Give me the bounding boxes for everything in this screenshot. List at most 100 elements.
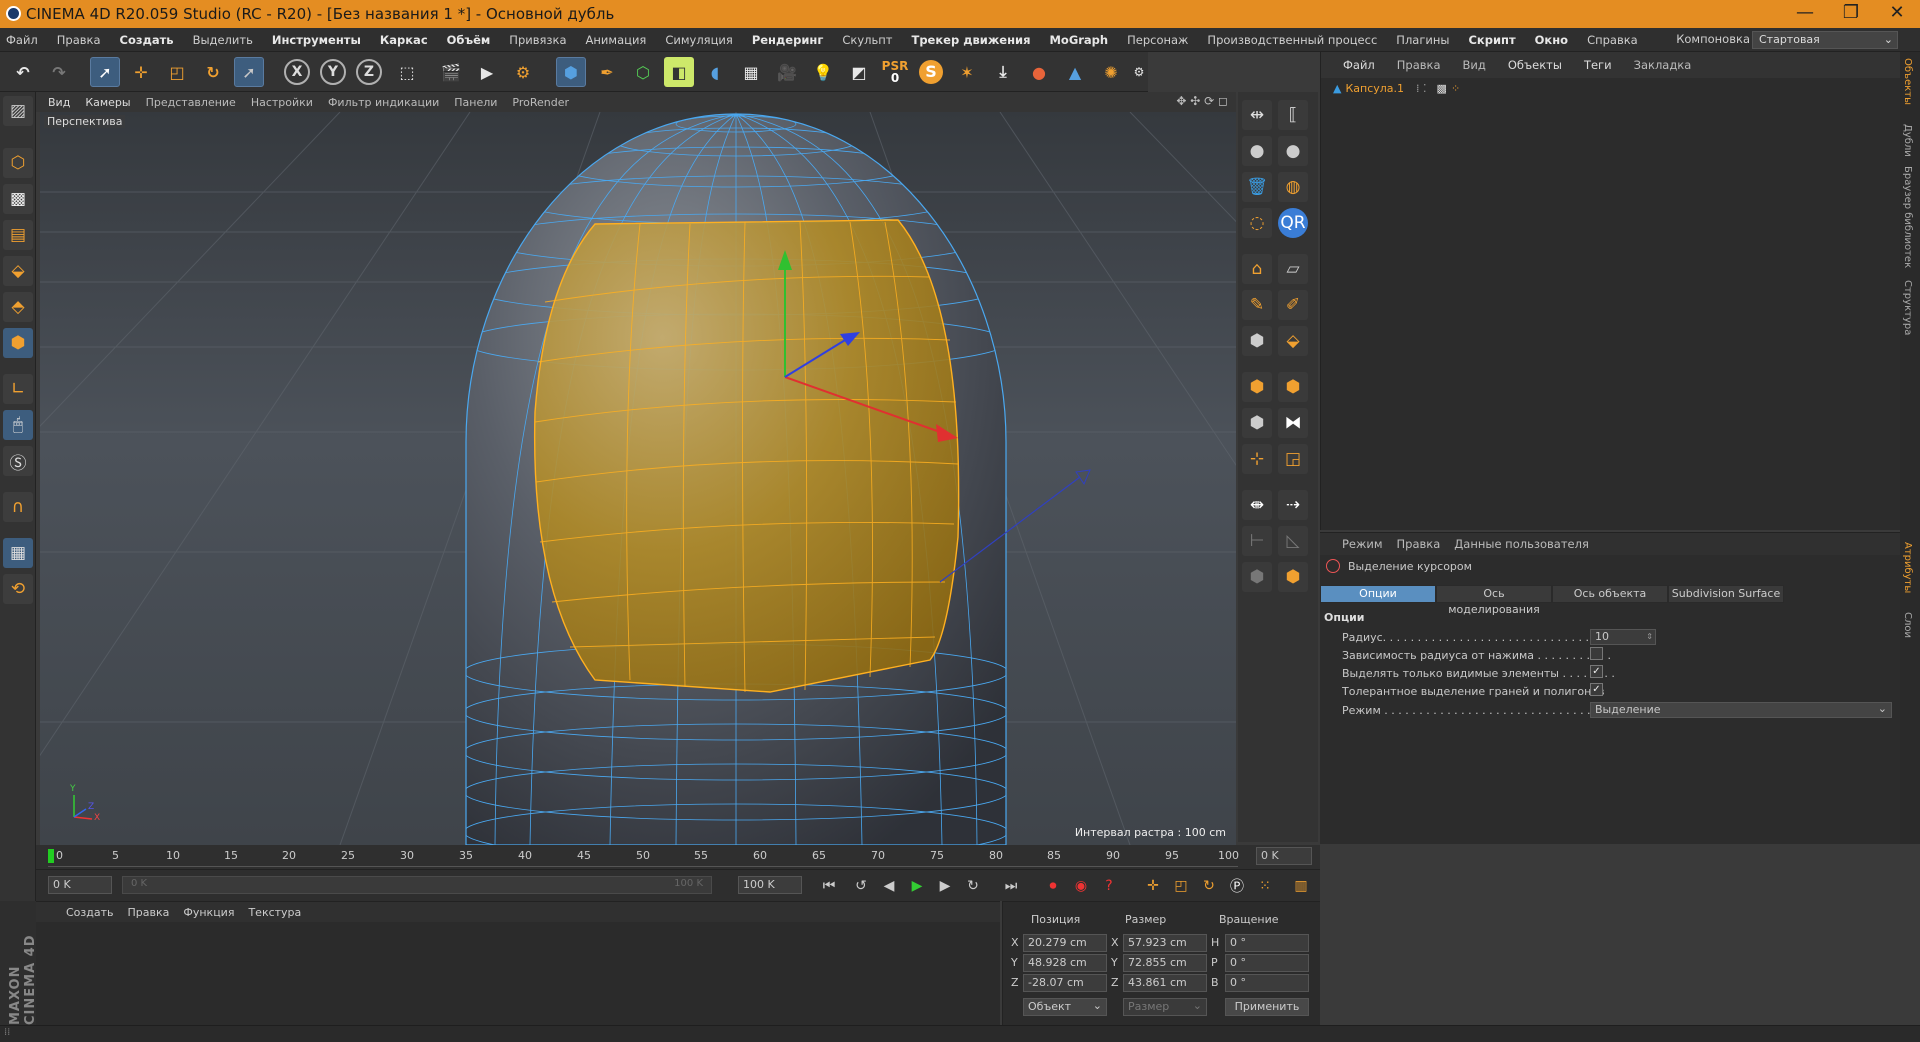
mat-menu-texture[interactable]: Текстура: [248, 906, 301, 919]
points-mode-button[interactable]: ⬙: [3, 256, 33, 286]
mirror-object-button[interactable]: ⬢: [1242, 408, 1272, 438]
object-menu-file[interactable]: Файл: [1343, 58, 1375, 72]
tweak-mode-button[interactable]: 🖱: [3, 410, 33, 440]
scale-tool[interactable]: ◰: [162, 57, 192, 87]
x-axis-lock[interactable]: X: [284, 59, 310, 85]
side-tab-attributes[interactable]: Атрибуты: [1902, 542, 1913, 593]
menu-mograph[interactable]: MoGraph: [1049, 33, 1108, 47]
rot-p-field[interactable]: 0 °: [1225, 954, 1309, 972]
menu-pipeline[interactable]: Производственный процесс: [1207, 33, 1377, 47]
viewport-menu-view[interactable]: Вид: [48, 96, 70, 109]
side-tab-takes[interactable]: Дубли: [1902, 124, 1913, 157]
render-settings-button[interactable]: ⚙: [508, 57, 538, 87]
menu-animate[interactable]: Анимация: [586, 33, 647, 47]
rot-b-field[interactable]: 0 °: [1225, 974, 1309, 992]
pos-y-field[interactable]: 48.928 cm: [1023, 954, 1107, 972]
apply-button[interactable]: Применить: [1225, 998, 1309, 1016]
bevel-button[interactable]: ⬢: [1242, 326, 1272, 356]
gear-icon[interactable]: ⚙: [1124, 57, 1154, 87]
attr-menu-userdata[interactable]: Данные пользователя: [1454, 537, 1589, 551]
key-pla-button[interactable]: ⁙: [1254, 875, 1276, 897]
side-tab-layers[interactable]: Слои: [1902, 612, 1913, 638]
pressure-radius-checkbox[interactable]: [1590, 647, 1603, 660]
viewport-menu-panel[interactable]: Панели: [454, 96, 497, 109]
brush-button[interactable]: ✐: [1278, 290, 1308, 320]
menu-window[interactable]: Окно: [1535, 33, 1568, 47]
visibility-dots-icon[interactable]: ⁞ ⁚: [1416, 82, 1427, 95]
menu-create[interactable]: Создать: [120, 33, 174, 47]
workplane-button[interactable]: ⤓: [988, 57, 1018, 87]
start-frame-field[interactable]: 0 K: [48, 876, 112, 894]
slide-button[interactable]: ⇢: [1278, 490, 1308, 520]
prev-key-button[interactable]: ↺: [850, 875, 872, 897]
menu-simulate[interactable]: Симуляция: [665, 33, 732, 47]
mat-menu-create[interactable]: Создать: [66, 906, 114, 919]
align-button[interactable]: ⊹: [1242, 444, 1272, 474]
size-y-field[interactable]: 72.855 cm: [1123, 954, 1207, 972]
rot-h-field[interactable]: 0 °: [1225, 934, 1309, 952]
y-axis-lock[interactable]: Y: [320, 59, 346, 85]
matrix-extrude-button[interactable]: ⬢: [1278, 372, 1308, 402]
axis-mode-button[interactable]: ∟: [3, 374, 33, 404]
live-selection-tool[interactable]: ➚: [90, 57, 120, 87]
phong-tag-icon[interactable]: ▩: [1437, 82, 1447, 95]
tab-modeling-axis[interactable]: Ось моделирования: [1436, 585, 1552, 616]
viewport-nav-icons[interactable]: ✥ ✣ ⟳ ◻: [1176, 94, 1228, 108]
tab-subdivision-surface[interactable]: Subdivision Surface: [1668, 585, 1784, 603]
mat-menu-edit[interactable]: Правка: [128, 906, 170, 919]
symmetry-button[interactable]: ⟲: [3, 574, 33, 604]
coord-mode-select[interactable]: Объект ⌄: [1023, 998, 1107, 1016]
extrude-button[interactable]: ⌂: [1242, 254, 1272, 284]
sphere-grid-button[interactable]: ◍: [1278, 172, 1308, 202]
viewport[interactable]: Перспектива Y Z X Интервал растра : 100 …: [40, 112, 1236, 845]
timeline-window-button[interactable]: ▥: [1290, 875, 1312, 897]
maximize-button[interactable]: ❐: [1828, 0, 1874, 28]
menu-plugins[interactable]: Плагины: [1396, 33, 1449, 47]
pos-x-field[interactable]: 20.279 cm: [1023, 934, 1107, 952]
model-mode-button[interactable]: ⬡: [3, 148, 33, 178]
radius-field[interactable]: 10 ⇕: [1590, 629, 1656, 645]
subdivision-button[interactable]: ⬡: [628, 57, 658, 87]
extrude-inner-button[interactable]: ⬢: [1242, 372, 1272, 402]
size-x-field[interactable]: 57.923 cm: [1123, 934, 1207, 952]
side-tab-structure[interactable]: Структура: [1902, 280, 1913, 335]
mirror-button[interactable]: ⧓: [1278, 408, 1308, 438]
close-button[interactable]: ✕: [1874, 0, 1920, 28]
menu-volume[interactable]: Объём: [447, 33, 491, 47]
move-tool[interactable]: ✛: [126, 57, 156, 87]
camera-button[interactable]: 🎥: [772, 57, 802, 87]
key-param-button[interactable]: Ⓟ: [1226, 875, 1248, 897]
layout-select[interactable]: Стартовая ⌄: [1752, 31, 1898, 49]
knife-tool-button[interactable]: ⇹: [1242, 100, 1272, 130]
modeling-axis-button[interactable]: ✶: [952, 57, 982, 87]
auto-key-button[interactable]: ◉: [1070, 875, 1092, 897]
light-button[interactable]: 💡: [808, 57, 838, 87]
grid-snap-button[interactable]: ▦: [3, 538, 33, 568]
optimize-button[interactable]: ⬢: [1278, 562, 1308, 592]
deformer-button[interactable]: ◖: [700, 57, 730, 87]
tab-object-axis[interactable]: Ось объекта: [1552, 585, 1668, 603]
goto-end-button[interactable]: ⏭: [1000, 875, 1022, 897]
viewport-menu-filter[interactable]: Фильтр индикации: [328, 96, 439, 109]
redo-button[interactable]: ↷: [44, 57, 74, 87]
menu-file[interactable]: Файл: [6, 33, 38, 47]
menu-render[interactable]: Рендеринг: [752, 33, 824, 47]
menu-sculpt[interactable]: Скульпт: [842, 33, 892, 47]
dissolve-button[interactable]: ⬢: [1242, 562, 1272, 592]
polygons-mode-button[interactable]: ⬢: [3, 328, 33, 358]
tolerant-selection-checkbox[interactable]: ✓: [1590, 683, 1603, 696]
workplane-mode-button[interactable]: ▤: [3, 220, 33, 250]
qr-button[interactable]: QR: [1278, 208, 1308, 238]
stitch-button[interactable]: ⊢: [1242, 526, 1272, 556]
texture-mode-button[interactable]: ▩: [3, 184, 33, 214]
object-row[interactable]: ▲ Капсула.1 ⁞ ⁚ ▩ ⁘: [1333, 82, 1460, 95]
side-tab-content-browser[interactable]: Браузер библиотек: [1902, 166, 1913, 268]
side-tab-objects[interactable]: Объекты: [1902, 58, 1913, 105]
only-visible-checkbox[interactable]: ✓: [1590, 665, 1603, 678]
stepper-icon[interactable]: ⇕: [1646, 630, 1653, 644]
key-position-button[interactable]: ✛: [1142, 875, 1164, 897]
bridge-tool-button[interactable]: ⟦: [1278, 100, 1308, 130]
object-menu-edit[interactable]: Правка: [1397, 58, 1441, 72]
object-menu-objects[interactable]: Объекты: [1508, 58, 1562, 72]
menu-character[interactable]: Персонаж: [1127, 33, 1188, 47]
